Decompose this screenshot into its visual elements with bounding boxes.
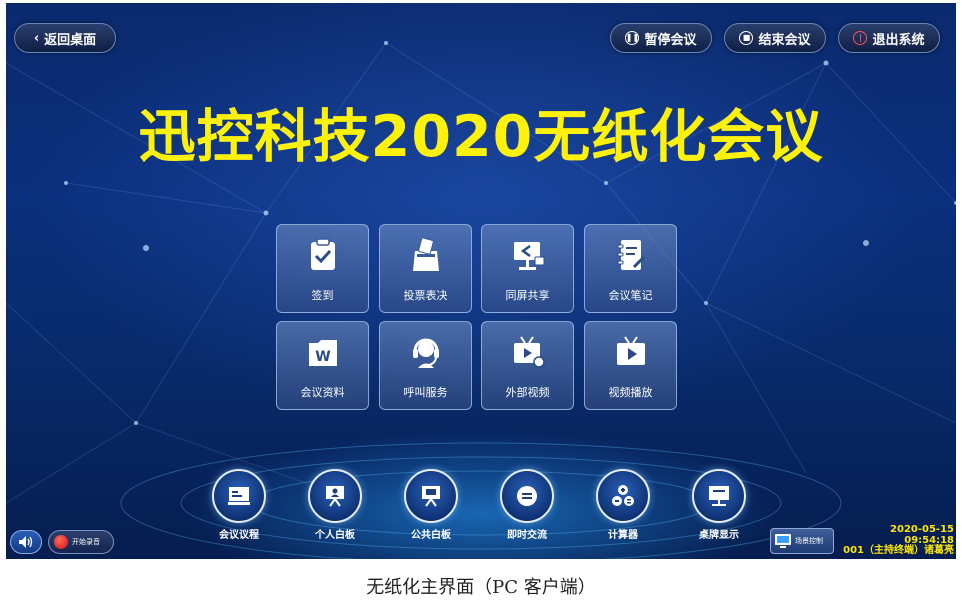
instant-chat-label: 即时交流 — [507, 530, 547, 541]
tile-external-video[interactable]: 外部视频 — [481, 321, 574, 410]
tile-label: 会议笔记 — [608, 289, 653, 302]
chevron-left-icon: ‹ — [33, 30, 40, 46]
pause-label: 暂停会议 — [644, 32, 697, 48]
calculator-icon — [612, 485, 634, 506]
record-icon — [54, 535, 68, 549]
personal-whiteboard-label: 个人白板 — [315, 530, 355, 541]
ballot-box-icon — [412, 237, 439, 271]
back-label: 返回桌面 — [44, 32, 97, 48]
headset-icon — [412, 338, 439, 368]
chat-icon — [517, 486, 537, 506]
exit-system-button[interactable]: | 退出系统 — [838, 23, 940, 53]
scene-control-label: 场景控制 — [795, 537, 823, 545]
terminal-info: 001（主持终端）诸葛亮 — [843, 545, 954, 556]
public-whiteboard-button[interactable] — [404, 469, 458, 523]
exit-label: 退出系统 — [872, 32, 925, 48]
agenda-label: 会议议程 — [219, 530, 259, 541]
instant-chat-button[interactable] — [500, 469, 554, 523]
speaker-icon — [19, 536, 33, 548]
tile-screen-share[interactable]: 同屏共享 — [481, 224, 574, 313]
scene-control-icon — [775, 534, 791, 548]
meeting-main-screen: ‹ 返回桌面 ❚❚ 暂停会议 ■ 结束会议 | 退出系统 迅控科技2020无纸化… — [6, 3, 956, 559]
public-whiteboard-label: 公共白板 — [411, 530, 451, 541]
meeting-title: 迅控科技2020无纸化会议 — [138, 104, 824, 170]
tile-meeting-materials[interactable]: W 会议资料 — [276, 321, 369, 410]
tile-label: 签到 — [311, 289, 334, 302]
svg-text:W: W — [315, 349, 330, 365]
end-meeting-button[interactable]: ■ 结束会议 — [724, 23, 826, 53]
tile-label: 呼叫服务 — [403, 386, 448, 399]
desk-sign-button[interactable] — [692, 469, 746, 523]
clipboard-check-icon — [310, 238, 335, 270]
figure-caption: 无纸化主界面（PC 客户端） — [366, 577, 596, 598]
desk-sign-icon — [709, 486, 729, 506]
record-label: 开始录音 — [72, 538, 100, 546]
start-recording-button[interactable]: 开始录音 — [48, 530, 114, 554]
personal-whiteboard-button[interactable] — [308, 469, 362, 523]
agenda-icon — [228, 487, 250, 505]
tile-video-playback[interactable]: 视频播放 — [584, 321, 677, 410]
tile-label: 同屏共享 — [505, 289, 550, 302]
pause-meeting-button[interactable]: ❚❚ 暂停会议 — [610, 23, 712, 53]
back-to-desktop-button[interactable]: ‹ 返回桌面 — [14, 23, 116, 53]
volume-button[interactable] — [10, 530, 42, 554]
public-whiteboard-icon — [422, 486, 440, 507]
desk-sign-label: 桌牌显示 — [699, 530, 739, 541]
agenda-button[interactable] — [212, 469, 266, 523]
tile-label: 外部视频 — [505, 386, 550, 399]
screen-share-icon — [513, 242, 544, 270]
end-label: 结束会议 — [758, 32, 811, 48]
stop-icon: ■ — [739, 31, 754, 45]
tile-sign-in[interactable]: 签到 — [276, 224, 369, 313]
word-folder-icon: W — [308, 340, 337, 366]
tile-label: 视频播放 — [608, 386, 653, 399]
video-play-icon — [616, 336, 645, 365]
tile-voting[interactable]: 投票表决 — [379, 224, 472, 313]
calculator-button[interactable] — [596, 469, 650, 523]
tile-call-service[interactable]: 呼叫服务 — [379, 321, 472, 410]
external-video-icon — [513, 336, 545, 368]
calculator-label: 计算器 — [608, 530, 638, 541]
tile-label: 会议资料 — [300, 386, 345, 399]
power-icon: | — [853, 31, 868, 45]
personal-whiteboard-icon — [326, 486, 344, 507]
notebook-pen-icon — [617, 240, 645, 270]
tile-label: 投票表决 — [403, 289, 448, 302]
tile-meeting-notes[interactable]: 会议笔记 — [584, 224, 677, 313]
pause-icon: ❚❚ — [625, 31, 640, 45]
